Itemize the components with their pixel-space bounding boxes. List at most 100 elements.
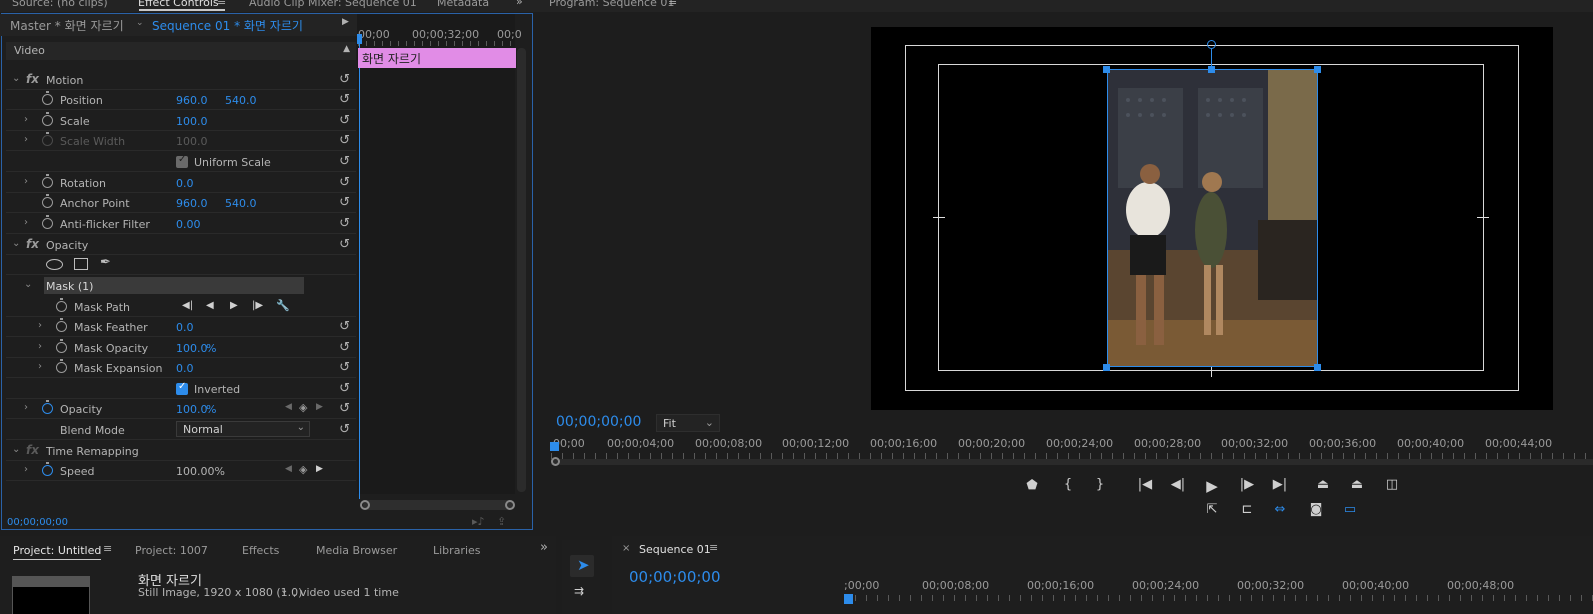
chevron-down-icon[interactable]: ⌄ (12, 73, 20, 84)
export-icon[interactable]: ⇪ (497, 515, 506, 528)
camera-icon[interactable]: ◙ (1306, 502, 1326, 517)
chevron-down-icon[interactable]: ⌄ (24, 279, 32, 290)
next-keyframe-icon[interactable]: ▶ (316, 402, 323, 412)
tab-media-browser[interactable]: Media Browser (316, 544, 397, 557)
transform-handle-tl[interactable] (1103, 66, 1110, 73)
reset-icon[interactable]: ↺ (339, 319, 350, 334)
scroll-handle-right[interactable] (505, 500, 515, 510)
chevron-right-icon[interactable]: › (38, 361, 42, 372)
ec-footer-timecode[interactable]: 00;00;00;00 (7, 517, 68, 528)
tab-project-untitled[interactable]: Project: Untitled (13, 544, 102, 560)
reset-icon[interactable]: ↺ (339, 401, 350, 416)
rotation-handle[interactable] (1207, 40, 1216, 49)
track-backward-icon[interactable]: ◀| (182, 300, 193, 311)
fx-icon[interactable]: fx (26, 237, 39, 251)
stopwatch-active-icon[interactable] (42, 462, 53, 476)
reset-icon[interactable]: ↺ (339, 340, 350, 355)
stopwatch-icon[interactable] (56, 318, 67, 332)
track-select-tool-icon[interactable]: ⇉ (574, 584, 584, 598)
sequence-timecode[interactable]: 00;00;00;00 (629, 568, 721, 586)
reset-icon[interactable]: ↺ (339, 113, 350, 128)
reset-icon[interactable]: ↺ (339, 237, 350, 252)
track-forward-one-icon[interactable]: ▶ (230, 300, 238, 311)
stopwatch-icon[interactable] (42, 174, 53, 188)
scroll-handle-left[interactable] (360, 500, 370, 510)
chevron-right-icon[interactable]: › (24, 134, 28, 145)
program-zoom-bar[interactable] (551, 459, 1593, 465)
reset-icon[interactable]: ↺ (339, 195, 350, 210)
transform-handle-bl[interactable] (1103, 364, 1110, 371)
mask-opacity-value[interactable]: 100.0 (176, 342, 208, 355)
sequence-playhead[interactable] (844, 594, 853, 604)
go-to-in-icon[interactable]: |◀ (1135, 477, 1155, 492)
transform-handle-tr[interactable] (1314, 66, 1321, 73)
mask-row[interactable]: ⌄ Mask (1) (6, 276, 356, 296)
time-remapping-row[interactable]: ⌄ fx Time Remapping (6, 441, 356, 461)
selection-tool-icon[interactable]: ➤ (577, 556, 590, 574)
chevron-right-icon[interactable]: › (24, 464, 28, 475)
chevron-right-icon[interactable]: › (24, 402, 28, 413)
track-forward-icon[interactable]: |▶ (252, 300, 263, 311)
reset-icon[interactable]: ↺ (339, 72, 350, 87)
prev-keyframe-icon[interactable]: ◀ (285, 464, 292, 474)
transform-handle-tc[interactable] (1208, 66, 1215, 73)
stopwatch-icon[interactable] (56, 339, 67, 353)
chevron-down-icon[interactable]: ⌄ (12, 238, 20, 249)
anti-flicker-value[interactable]: 0.00 (176, 218, 201, 231)
stopwatch-icon[interactable] (42, 112, 53, 126)
tab-metadata[interactable]: Metadata (437, 0, 489, 9)
speed-value[interactable]: 100.00% (176, 465, 225, 478)
reset-icon[interactable]: ↺ (339, 381, 350, 396)
add-keyframe-icon[interactable]: ◈ (299, 463, 307, 476)
more-panels-icon[interactable]: » (516, 0, 523, 8)
lift-icon[interactable]: ⏏ (1313, 477, 1333, 492)
stopwatch-icon[interactable] (42, 215, 53, 229)
fx-icon[interactable]: fx (26, 72, 39, 86)
stopwatch-icon[interactable] (56, 359, 67, 373)
tab-project-1007[interactable]: Project: 1007 (135, 544, 208, 557)
panel-menu-icon[interactable]: ≡ (668, 0, 677, 8)
mask-expansion-value[interactable]: 0.0 (176, 362, 194, 375)
position-y-value[interactable]: 540.0 (225, 94, 257, 107)
zoom-fit-dropdown[interactable]: Fit ⌄ (656, 414, 720, 432)
rectangle-mask-icon[interactable] (74, 258, 88, 270)
filter-icon[interactable]: ▸♪ (472, 515, 485, 528)
stopwatch-icon[interactable] (42, 194, 53, 208)
more-panels-icon[interactable]: » (540, 540, 548, 555)
stopwatch-active-icon[interactable] (42, 400, 53, 414)
ec-vertical-scrollbar[interactable] (517, 48, 526, 492)
panel-menu-icon[interactable]: ≡ (217, 0, 226, 8)
chevron-down-icon[interactable]: ⌄ (12, 444, 20, 455)
play-icon[interactable]: ▶ (1202, 477, 1222, 495)
ellipse-mask-icon[interactable] (46, 259, 63, 270)
track-back-one-icon[interactable]: ◀ (206, 300, 214, 311)
position-x-value[interactable]: 960.0 (176, 94, 208, 107)
sequence-clip-label[interactable]: Sequence 01 * 화면 자르기 (152, 17, 303, 34)
program-monitor-title[interactable]: Program: Sequence 01 (549, 0, 674, 9)
tab-effects[interactable]: Effects (242, 544, 279, 557)
tab-effect-controls[interactable]: Effect Controls (138, 0, 219, 9)
zoom-bar-handle[interactable] (551, 457, 560, 466)
program-playhead[interactable] (550, 442, 559, 451)
anchor-y-value[interactable]: 540.0 (225, 197, 257, 210)
collapse-up-icon[interactable]: ▲ (343, 44, 350, 54)
motion-row[interactable]: ⌄ fx Motion ↺ (6, 70, 356, 90)
opacity-value[interactable]: 100.0 (176, 403, 208, 416)
prev-keyframe-icon[interactable]: ◀ (285, 402, 292, 412)
ec-horizontal-scrollbar[interactable] (363, 500, 513, 510)
reset-icon[interactable]: ↺ (339, 175, 350, 190)
video-clip-image[interactable] (1107, 69, 1318, 367)
stopwatch-icon[interactable] (42, 91, 53, 105)
rotation-value[interactable]: 0.0 (176, 177, 194, 190)
panel-menu-icon[interactable]: ≡ (709, 541, 718, 554)
sequence-time-ruler[interactable]: ;00;00 00;00;08;00 00;00;16;00 00;00;24;… (844, 579, 1593, 609)
mark-in-icon[interactable]: { (1058, 477, 1078, 492)
anchor-x-value[interactable]: 960.0 (176, 197, 208, 210)
panel-menu-icon[interactable]: ≡ (103, 542, 112, 555)
mask-feather-value[interactable]: 0.0 (176, 321, 194, 334)
program-timecode[interactable]: 00;00;00;00 (556, 414, 641, 430)
close-icon[interactable]: × (622, 543, 630, 554)
tab-audio-clip-mixer[interactable]: Audio Clip Mixer: Sequence 01 (249, 0, 417, 9)
chevron-down-icon[interactable]: ⌄ (136, 18, 144, 28)
toggle-proxies-icon[interactable]: ⇔ (1270, 502, 1290, 517)
